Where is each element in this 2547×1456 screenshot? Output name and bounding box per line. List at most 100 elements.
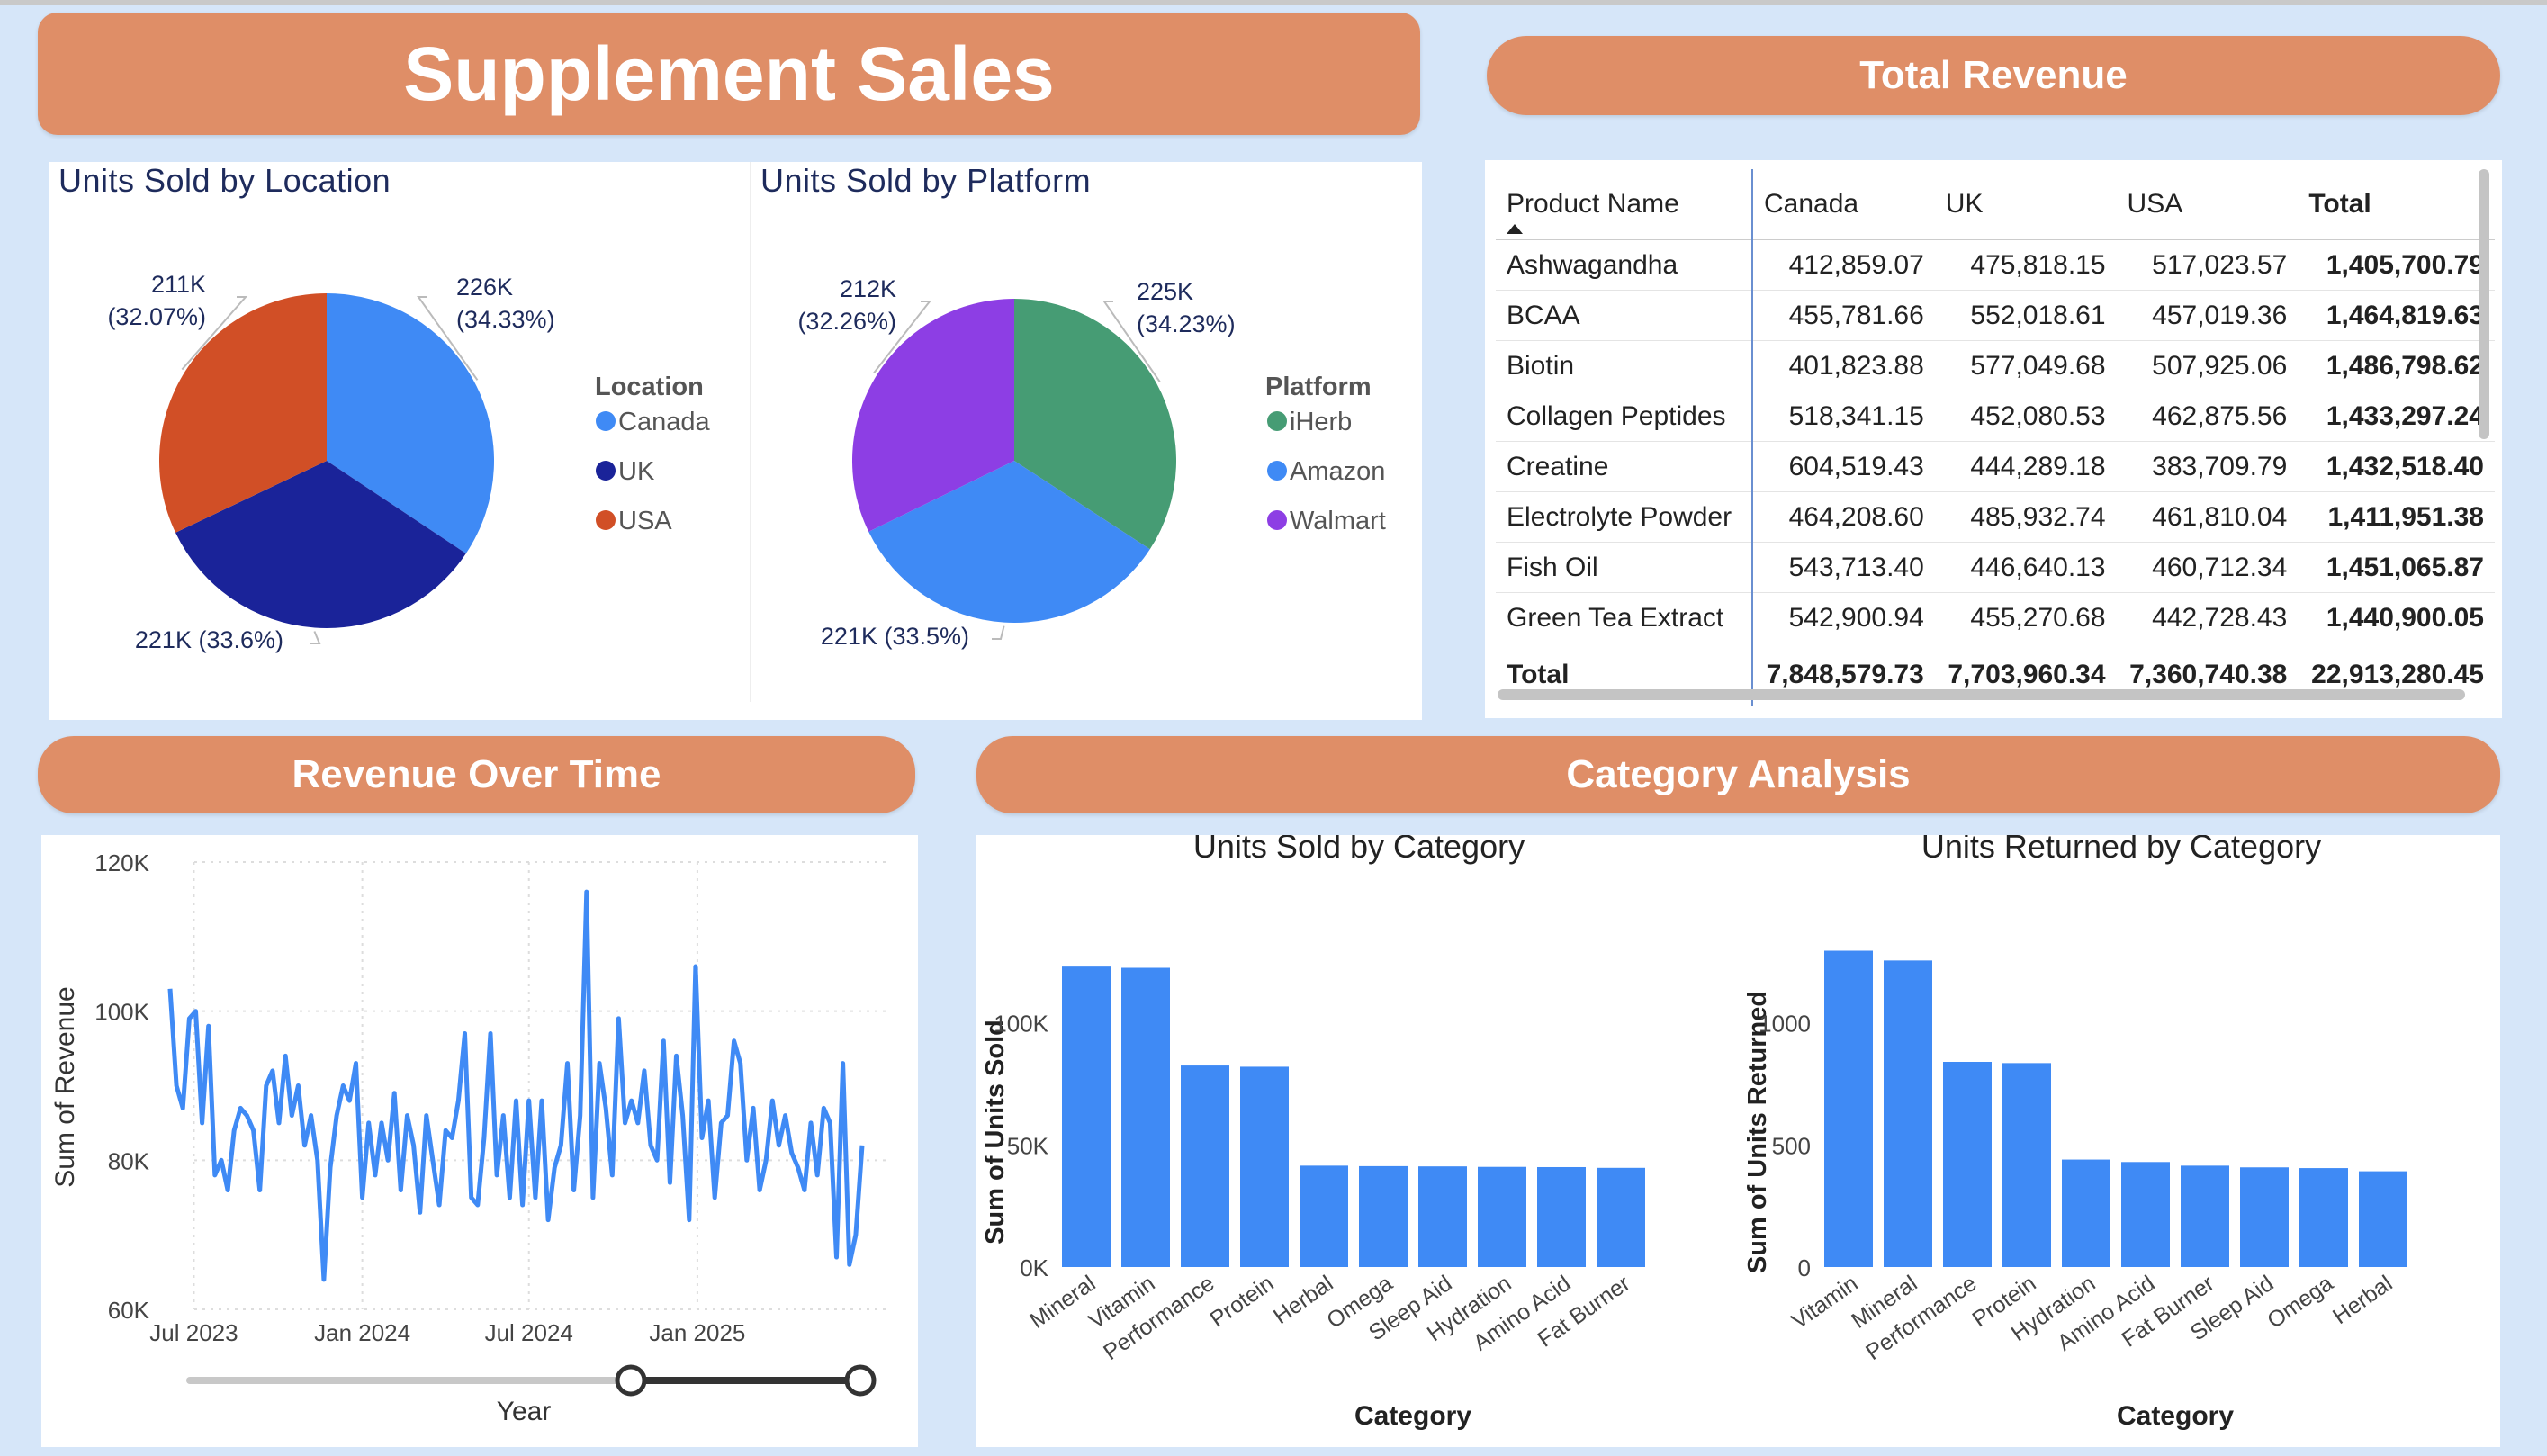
platform-data-label-iherb: 225K [1137,278,1193,305]
column-header-canada[interactable]: Canada [1752,169,1935,240]
y-tick-label: 120K [94,849,149,876]
units-sold-chart-title: Units Sold by Category [1193,835,1525,865]
location-data-label-pct-canada: (34.33%) [456,306,555,333]
table-row[interactable]: Ashwagandha 412,859.07 475,818.15 517,023.5… [1496,239,2495,291]
column-header-product[interactable]: Product Name [1496,169,1753,240]
units-returned-bar-fat-burner[interactable] [2181,1165,2229,1267]
revenue-cell: 442,728.43 [2116,592,2299,643]
platform-data-label-walmart: 212K [840,275,896,302]
horizontal-scrollbar[interactable] [1498,689,2465,700]
revenue-cell: 475,818.15 [1934,239,2117,291]
units-sold-bar-amino-acid[interactable] [1537,1166,1586,1267]
platform-legend-title: Platform [1265,373,1372,401]
table-row[interactable]: Electrolyte Powder 464,208.60 485,932.74 46… [1496,491,2495,543]
revenue-series-line [167,889,865,1282]
column-header-usa[interactable]: USA [2116,169,2299,240]
x-tick-label: Jan 2025 [649,1319,745,1346]
platform-legend-walmart[interactable]: Walmart [1290,507,1386,535]
category-analysis-banner: Category Analysis [976,736,2500,813]
revenue-cell: 518,341.15 [1752,391,1935,442]
y-tick-label: 80K [108,1147,150,1174]
units-sold-bar-mineral[interactable] [1062,966,1111,1267]
units-returned-bar-protein[interactable] [2002,1063,2051,1267]
units-sold-y-axis-label: Sum of Units Sold [981,1020,1010,1245]
y-axis-label: Sum of Revenue [50,986,80,1187]
location-data-label-uk: 221K (33.6%) [135,626,284,653]
revenue-cell: 552,018.61 [1934,290,2117,341]
revenue-cell: 604,519.43 [1752,441,1935,492]
units-sold-bar-performance[interactable] [1181,1065,1229,1267]
total-revenue-banner: Total Revenue [1487,36,2500,115]
location-data-label-canada: 226K [456,274,513,301]
category-analysis-panel: Units Sold by Category Sum of Units Sold C… [976,835,2500,1447]
units-sold-bar-herbal[interactable] [1300,1165,1348,1267]
total-cell: 1,432,518.40 [2298,441,2495,492]
units-returned-bar-sleep-aid[interactable] [2240,1167,2289,1267]
slider-start-handle[interactable] [615,1364,647,1397]
revenue-table-panel: Product Name Canada UK USA Total Ashwaga… [1485,160,2502,718]
x-tick-label: Jul 2023 [149,1319,238,1346]
table-row[interactable]: BCAA 455,781.66 552,018.61 457,019.36 1,464,… [1496,290,2495,341]
units-sold-x-axis-label: Category [1354,1401,1472,1431]
revenue-cell: 444,289.18 [1934,441,2117,492]
platform-legend-amazon[interactable]: Amazon [1290,457,1385,486]
units-sold-y-tick-label: 50K [1007,1132,1049,1159]
revenue-cell: 460,712.34 [2116,542,2299,593]
units-returned-bar-amino-acid[interactable] [2121,1162,2170,1267]
table-row[interactable]: Fish Oil 543,713.40 446,640.13 460,712.34 1,… [1496,542,2495,593]
revenue-cell: 543,713.40 [1752,542,1935,593]
platform-legend-iherb[interactable]: iHerb [1290,408,1352,436]
units-sold-bar-sleep-aid[interactable] [1418,1166,1467,1267]
platform-data-label-pct-walmart: (32.26%) [797,308,896,335]
units-sold-bar-protein[interactable] [1240,1066,1289,1267]
units-returned-bar-herbal[interactable] [2359,1171,2408,1267]
revenue-cell: 383,709.79 [2116,441,2299,492]
platform-leader-line-amazon [992,625,1005,640]
location-legend-uk[interactable]: UK [618,457,655,486]
units-sold-pies-panel: Units Sold by Location Units Sold by Pla… [50,162,1422,720]
product-name-cell: Electrolyte Powder [1496,491,1753,543]
units-returned-x-tick-label: Herbal [2328,1271,2397,1329]
year-range-slider[interactable] [186,1364,877,1397]
y-tick-label: 100K [94,999,149,1026]
units-sold-bar-vitamin[interactable] [1121,967,1170,1268]
total-cell: 1,440,900.05 [2298,592,2495,643]
slider-end-handle[interactable] [844,1364,877,1397]
units-returned-x-axis-label: Category [2117,1401,2234,1431]
category-bar-charts: Units Sold by Category Sum of Units Sold C… [981,835,2408,1431]
location-data-label-pct-usa: (32.07%) [107,303,206,330]
units-sold-y-tick-label: 100K [994,1011,1048,1038]
location-legend-usa[interactable]: USA [618,507,672,535]
revenue-cell: 446,640.13 [1934,542,2117,593]
units-sold-x-tick-label: Protein [1205,1271,1278,1332]
table-row[interactable]: Biotin 401,823.88 577,049.68 507,925.06 1,48… [1496,340,2495,391]
table-row[interactable]: Creatine 604,519.43 444,289.18 383,709.79 1,… [1496,441,2495,492]
table-row[interactable]: Green Tea Extract 542,900.94 455,270.68 442… [1496,592,2495,643]
revenue-cell: 401,823.88 [1752,340,1935,391]
total-cell: 1,411,951.38 [2298,491,2495,543]
units-returned-bar-hydration[interactable] [2062,1159,2110,1267]
product-name-cell: Green Tea Extract [1496,592,1753,643]
units-returned-bar-omega[interactable] [2300,1168,2348,1267]
units-sold-bar-fat-burner[interactable] [1597,1167,1645,1267]
product-name-cell: Ashwagandha [1496,239,1753,291]
units-returned-bar-mineral[interactable] [1884,960,1932,1267]
revenue-cell: 412,859.07 [1752,239,1935,291]
revenue-cell: 464,208.60 [1752,491,1935,543]
column-header-total[interactable]: Total [2298,169,2495,240]
units-returned-bar-performance[interactable] [1943,1062,1992,1267]
units-returned-bar-vitamin[interactable] [1824,950,1873,1268]
location-legend-canada[interactable]: Canada [618,408,710,436]
table-row[interactable]: Collagen Peptides 518,341.15 452,080.53 462… [1496,391,2495,442]
revenue-cell: 485,932.74 [1934,491,2117,543]
product-name-cell: Biotin [1496,340,1753,391]
location-data-label-usa: 211K [151,271,206,298]
vertical-scrollbar[interactable] [2479,169,2489,439]
units-sold-bar-hydration[interactable] [1478,1166,1526,1267]
total-cell: 1,464,819.63 [2298,290,2495,341]
column-header-uk[interactable]: UK [1934,169,2117,240]
units-sold-bar-omega[interactable] [1359,1165,1408,1267]
revenue-cell: 517,023.57 [2116,239,2299,291]
revenue-cell: 455,781.66 [1752,290,1935,341]
units-returned-y-tick-label: 1000 [1759,1011,1811,1038]
